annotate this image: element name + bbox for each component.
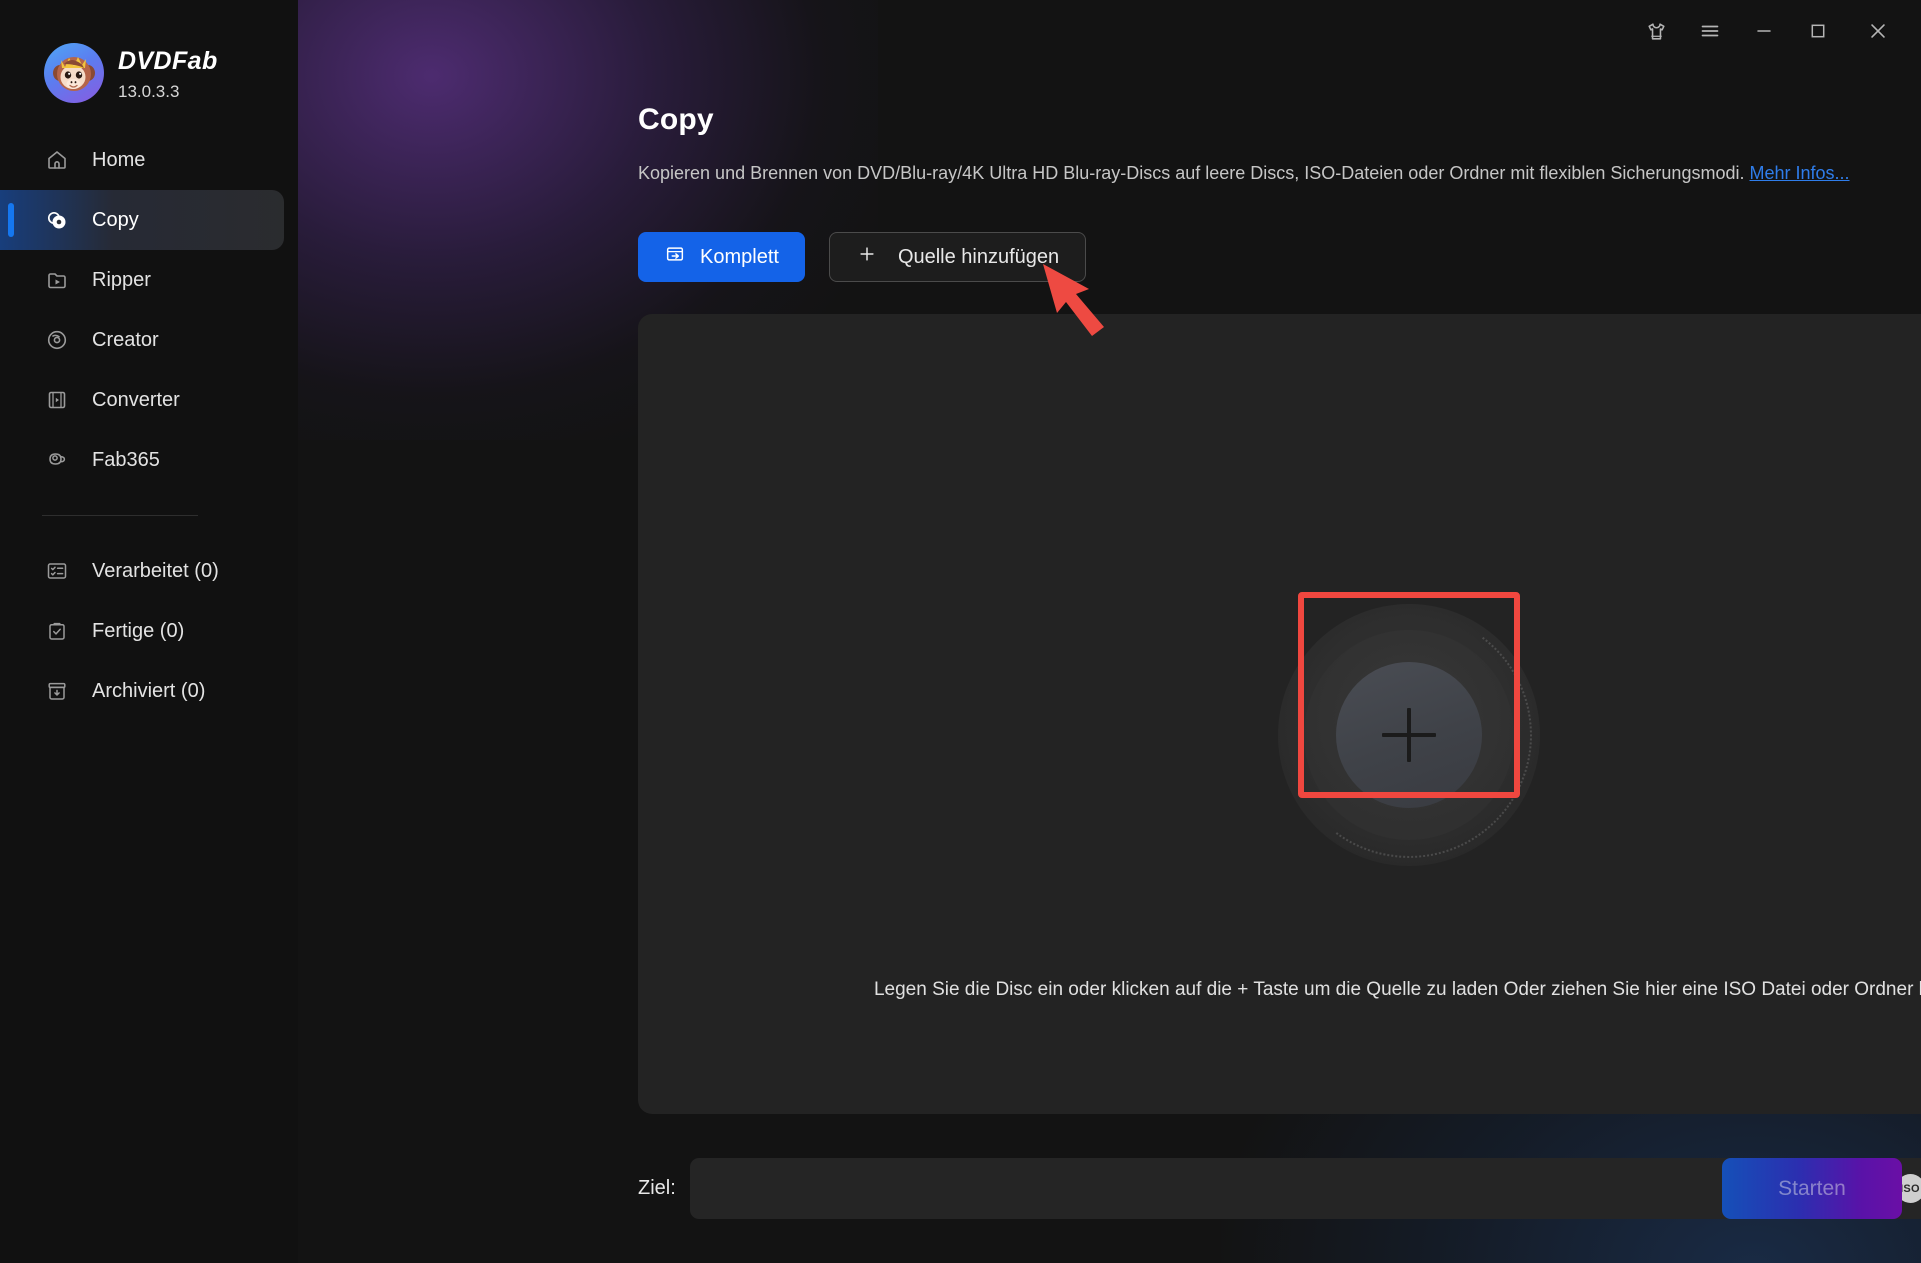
sidebar-item-label: Fertige (0) [92,619,185,642]
hamburger-menu-icon[interactable] [1687,8,1733,54]
sidebar-item-label: Archiviert (0) [92,679,206,702]
copy-page: Copy Kopieren und Brennen von DVD/Blu-ra… [298,0,1921,1263]
sidebar-item-label: Creator [92,328,159,351]
sidebar: DVDFab 13.0.3.3 Home Copy Ripper Creator… [0,0,298,1263]
sidebar-item-label: Converter [92,388,180,411]
disc-copy-icon [44,207,70,233]
creator-disc-icon [44,327,70,353]
add-source-label: Quelle hinzufügen [897,245,1060,268]
dropzone-hint: Legen Sie die Disc ein oder klicken auf … [873,979,1921,1000]
add-source-button[interactable]: Quelle hinzufügen [828,232,1087,282]
sidebar-item-label: Fab365 [92,448,160,471]
sidebar-item-processing[interactable]: Verarbeitet (0) [0,541,284,601]
target-label: Ziel: [638,1177,676,1199]
processing-list-icon [44,558,70,584]
sidebar-item-label: Verarbeitet (0) [92,559,219,582]
brand: DVDFab 13.0.3.3 [0,0,298,112]
dvdfab-window: DVDFab 13.0.3.3 Home Copy Ripper Creator… [0,0,1921,1263]
disc-hub[interactable] [1336,662,1482,808]
copy-mode-button[interactable]: Komplett [638,232,805,282]
close-icon[interactable] [1855,8,1901,54]
sidebar-item-creator[interactable]: Creator [0,310,284,370]
page-description: Kopieren und Brennen von DVD/Blu-ray/4K … [638,163,1850,184]
sidebar-item-label: Copy [92,208,139,231]
copy-mode-icon [664,243,686,271]
sidebar-item-label: Home [92,148,146,171]
sidebar-item-fab365[interactable]: Fab365 [0,430,284,490]
app-version: 13.0.3.3 [118,81,180,101]
sidebar-item-converter[interactable]: Converter [0,370,284,430]
task-nav: Verarbeitet (0) Fertige (0) Archiviert (… [0,541,298,721]
source-dropzone[interactable]: Legen Sie die Disc ein oder klicken auf … [638,314,1921,1114]
converter-film-icon [44,387,70,413]
sidebar-item-ripper[interactable]: Ripper [0,250,284,310]
primary-nav: Home Copy Ripper Creator Converter Fab36… [0,130,298,721]
sidebar-divider [42,515,198,516]
minimize-icon[interactable] [1741,8,1787,54]
titlebar [298,0,1921,62]
monkey-avatar-logo [44,43,104,103]
page-title: Copy [638,103,714,136]
sidebar-item-home[interactable]: Home [0,130,284,190]
more-info-link[interactable]: Mehr Infos... [1749,163,1849,183]
disc-placeholder-icon[interactable] [1270,596,1548,874]
plus-icon [856,243,878,271]
page-description-text: Kopieren und Brennen von DVD/Blu-ray/4K … [638,163,1745,183]
ripper-icon [44,267,70,293]
target-input[interactable] [690,1158,1827,1219]
sidebar-item-copy[interactable]: Copy [0,190,284,250]
sidebar-item-archived[interactable]: Archiviert (0) [0,661,284,721]
home-icon [44,147,70,173]
bottom-bar: Ziel: ISO Starten [298,1114,1921,1263]
fab365-icon [44,447,70,473]
plus-icon [1382,708,1436,762]
main-content: Copy Kopieren und Brennen von DVD/Blu-ra… [298,0,1921,1263]
completed-clipboard-icon [44,618,70,644]
archived-box-icon [44,678,70,704]
action-button-row: Komplett Quelle hinzufügen [638,232,1087,282]
sidebar-item-completed[interactable]: Fertige (0) [0,601,284,661]
maximize-icon[interactable] [1795,8,1841,54]
brand-name: DVDFab [118,46,218,75]
start-button[interactable]: Starten [1722,1158,1902,1219]
copy-mode-label: Komplett [700,245,779,268]
brand-text: DVDFab 13.0.3.3 [118,47,218,100]
sidebar-item-label: Ripper [92,268,151,291]
tshirt-icon[interactable] [1633,8,1679,54]
